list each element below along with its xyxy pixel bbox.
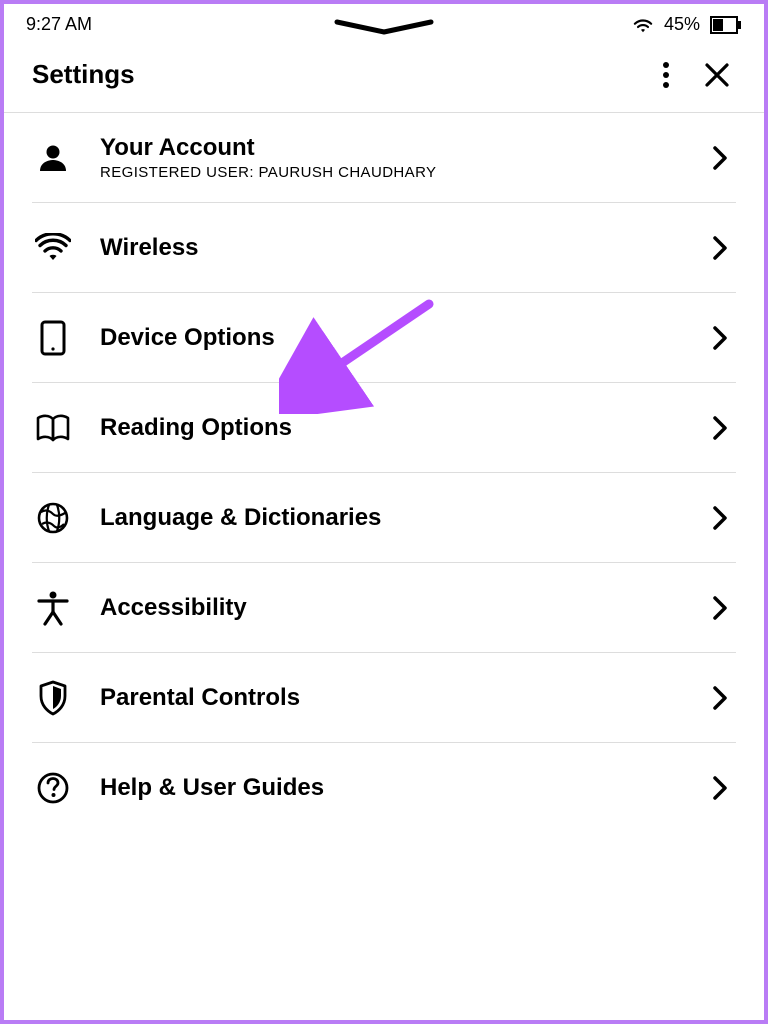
pull-down-handle-icon[interactable] bbox=[329, 18, 439, 38]
row-title: Device Options bbox=[100, 324, 684, 352]
row-title: Accessibility bbox=[100, 594, 684, 622]
row-language-dictionaries[interactable]: Language & Dictionaries bbox=[32, 473, 736, 563]
row-title: Reading Options bbox=[100, 414, 684, 442]
row-title: Your Account bbox=[100, 134, 684, 162]
status-time: 9:27 AM bbox=[26, 14, 92, 35]
row-parental-controls[interactable]: Parental Controls bbox=[32, 653, 736, 743]
shield-icon bbox=[38, 680, 68, 716]
chevron-right-icon bbox=[710, 235, 730, 261]
page-title: Settings bbox=[32, 59, 135, 90]
battery-percent: 45% bbox=[664, 14, 700, 35]
book-icon bbox=[35, 413, 71, 443]
chevron-right-icon bbox=[710, 145, 730, 171]
help-icon bbox=[36, 771, 70, 805]
close-icon[interactable] bbox=[704, 62, 730, 88]
chevron-right-icon bbox=[710, 685, 730, 711]
row-help-guides[interactable]: Help & User Guides bbox=[32, 743, 736, 833]
row-your-account[interactable]: Your Account REGISTERED USER: PAURUSH CH… bbox=[32, 113, 736, 203]
row-title: Parental Controls bbox=[100, 684, 684, 712]
row-device-options[interactable]: Device Options bbox=[32, 293, 736, 383]
chevron-right-icon bbox=[710, 325, 730, 351]
chevron-right-icon bbox=[710, 775, 730, 801]
battery-icon bbox=[710, 16, 742, 34]
row-subtitle: REGISTERED USER: PAURUSH CHAUDHARY bbox=[100, 164, 684, 181]
row-title: Help & User Guides bbox=[100, 774, 684, 802]
accessibility-icon bbox=[37, 590, 69, 626]
chevron-right-icon bbox=[710, 505, 730, 531]
row-reading-options[interactable]: Reading Options bbox=[32, 383, 736, 473]
row-accessibility[interactable]: Accessibility bbox=[32, 563, 736, 653]
more-options-icon[interactable] bbox=[662, 61, 670, 89]
settings-list: Your Account REGISTERED USER: PAURUSH CH… bbox=[4, 113, 764, 833]
chevron-right-icon bbox=[710, 415, 730, 441]
wifi-status-icon bbox=[632, 16, 654, 34]
device-icon bbox=[40, 320, 66, 356]
chevron-right-icon bbox=[710, 595, 730, 621]
settings-header: Settings bbox=[4, 41, 764, 113]
row-title: Wireless bbox=[100, 234, 684, 262]
row-title: Language & Dictionaries bbox=[100, 504, 684, 532]
row-wireless[interactable]: Wireless bbox=[32, 203, 736, 293]
wifi-icon bbox=[35, 233, 71, 263]
globe-icon bbox=[36, 501, 70, 535]
user-icon bbox=[36, 141, 70, 175]
